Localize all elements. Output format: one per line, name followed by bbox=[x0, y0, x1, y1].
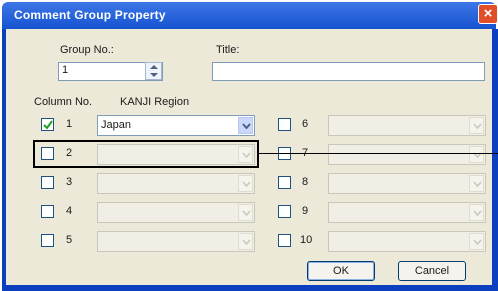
cancel-button[interactable]: Cancel bbox=[398, 261, 466, 281]
callout-line bbox=[259, 153, 498, 154]
group-no-spinner[interactable] bbox=[145, 62, 162, 80]
chevron-down-icon bbox=[469, 204, 484, 221]
column-5-checkbox[interactable] bbox=[41, 234, 54, 247]
column-6-number: 6 bbox=[302, 118, 309, 130]
group-no-label: Group No.: bbox=[60, 44, 114, 56]
column-10-region-select[interactable] bbox=[328, 231, 486, 252]
column-1-number: 1 bbox=[66, 118, 73, 130]
column-3-number: 3 bbox=[66, 176, 73, 188]
column-5-region-select[interactable] bbox=[97, 231, 255, 252]
column-no-header: Column No. bbox=[34, 96, 93, 108]
column-9-checkbox[interactable] bbox=[278, 205, 291, 218]
chevron-down-icon bbox=[469, 175, 484, 192]
close-icon: × bbox=[483, 5, 493, 22]
column-7-region-select[interactable] bbox=[328, 144, 486, 165]
group-no-value: 1 bbox=[62, 64, 69, 76]
ok-button[interactable]: OK bbox=[307, 261, 375, 281]
column-1-checkbox[interactable] bbox=[41, 118, 54, 131]
checkmark-icon bbox=[43, 120, 53, 130]
column-10-number: 10 bbox=[300, 234, 313, 246]
row-2-highlight-box bbox=[33, 140, 259, 168]
chevron-down-icon bbox=[469, 233, 484, 250]
column-5-number: 5 bbox=[66, 234, 73, 246]
close-button[interactable]: × bbox=[478, 4, 498, 24]
chevron-down-icon bbox=[238, 175, 253, 192]
column-6-checkbox[interactable] bbox=[278, 118, 291, 131]
column-3-checkbox[interactable] bbox=[41, 176, 54, 189]
column-8-checkbox[interactable] bbox=[278, 176, 291, 189]
column-4-checkbox[interactable] bbox=[41, 205, 54, 218]
column-8-number: 8 bbox=[302, 176, 309, 188]
kanji-region-header: KANJI Region bbox=[120, 96, 190, 108]
chevron-down-icon bbox=[469, 146, 484, 163]
column-6-region-select[interactable] bbox=[328, 115, 486, 136]
column-1-region-select[interactable]: Japan bbox=[97, 115, 255, 136]
title-bar: Comment Group Property bbox=[2, 2, 496, 29]
column-9-region-select[interactable] bbox=[328, 202, 486, 223]
column-4-number: 4 bbox=[66, 205, 73, 217]
column-4-region-select[interactable] bbox=[97, 202, 255, 223]
column-10-checkbox[interactable] bbox=[278, 234, 291, 247]
column-8-region-select[interactable] bbox=[328, 173, 486, 194]
column-9-number: 9 bbox=[302, 205, 309, 217]
title-input[interactable] bbox=[212, 62, 485, 81]
window-title: Comment Group Property bbox=[14, 8, 166, 22]
spin-arrows-icon bbox=[150, 65, 158, 77]
chevron-down-icon bbox=[469, 117, 484, 134]
chevron-down-icon bbox=[238, 233, 253, 250]
chevron-down-icon bbox=[238, 204, 253, 221]
title-label: Title: bbox=[216, 44, 240, 56]
column-1-region-value: Japan bbox=[101, 119, 131, 131]
column-3-region-select[interactable] bbox=[97, 173, 255, 194]
chevron-down-icon bbox=[238, 117, 253, 134]
